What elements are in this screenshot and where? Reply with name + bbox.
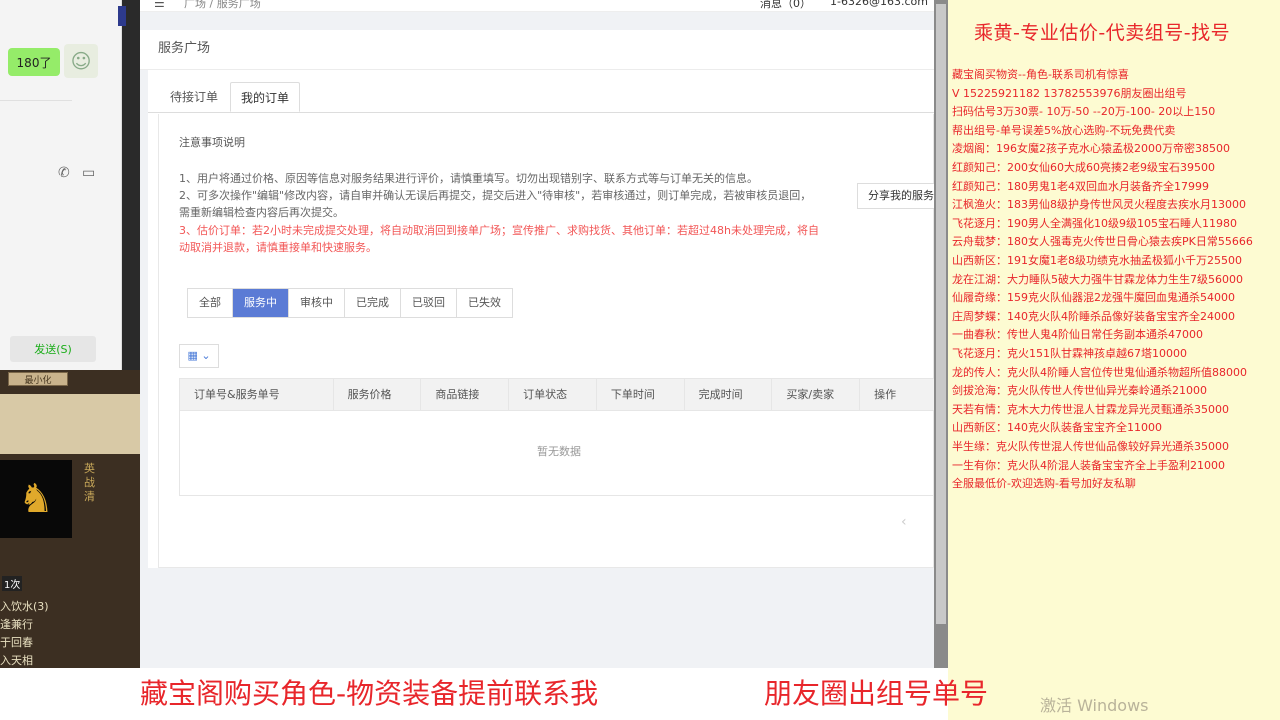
- scrollbar-thumb[interactable]: [936, 4, 946, 624]
- ad-line: 庄周梦蝶：140克火队4阶睡杀品像好装备宝宝齐全24000: [952, 310, 1235, 323]
- orders-card: 待接订单 我的订单 注意事项说明 1、用户将通过价格、原因等信息对服务结果进行评…: [148, 70, 939, 568]
- game-count: 1次: [2, 576, 23, 591]
- game-skill-line: 于回春: [0, 636, 33, 649]
- service-plaza-page: ☰ 广场 / 服务广场 消息（0） 1-6326@163.com 服务广场 待接…: [140, 0, 939, 668]
- game-top-button[interactable]: 最小化: [8, 372, 68, 386]
- ad-line: 凌烟阁：196女魔2孩子克水心猿孟极2000万帝密38500: [952, 142, 1230, 155]
- orders-table: 订单号&服务单号 服务价格 商品链接 订单状态 下单时间 完成时间 买家/卖家 …: [179, 378, 939, 496]
- ad-line: 江枫渔火：183男仙8级护身传世风灵火程度去疾水月13000: [952, 198, 1246, 211]
- game-skill-line: 入饮水(3): [0, 600, 49, 613]
- tab-my-orders[interactable]: 我的订单: [230, 82, 301, 112]
- column-header: 操作: [874, 388, 897, 401]
- ad-title: 乘黄-专业估价-代卖组号-找号: [974, 22, 1231, 44]
- game-skill-line: 逢兼行: [0, 618, 33, 631]
- column-header: 服务价格: [334, 379, 422, 410]
- top-navbar: ☰ 广场 / 服务广场 消息（0） 1-6326@163.com: [140, 0, 934, 12]
- filter-all[interactable]: 全部: [188, 289, 233, 317]
- empty-state: 暂无数据: [537, 445, 581, 458]
- grid-icon: ▦: [187, 349, 198, 362]
- column-header: 订单状态: [509, 379, 597, 410]
- column-header: 商品链接: [421, 379, 510, 410]
- ad-line: V 15225921182 13782553976朋友圈出组号: [952, 87, 1187, 100]
- menu-icon[interactable]: ☰: [154, 0, 165, 10]
- filter-in-service[interactable]: 服务中: [233, 289, 289, 317]
- ad-line: 半生缘：克火队传世混人传世仙品像较好异光通杀35000: [952, 440, 1229, 453]
- ad-line: 藏宝阁买物资--角色-联系司机有惊喜: [952, 68, 1129, 81]
- filter-completed[interactable]: 已完成: [345, 289, 401, 317]
- ad-line: 红颜知己：180男鬼1老4双回血水月装备齐全17999: [952, 180, 1209, 193]
- phone-icon[interactable]: ✆: [58, 165, 70, 181]
- ad-line: 龙在江湖：大力睡队5破大力强牛甘霖龙体力生生7级56000: [952, 273, 1243, 286]
- notice-title: 注意事项说明: [179, 136, 245, 149]
- column-header: 买家/卖家: [772, 379, 861, 410]
- column-selector-dropdown[interactable]: ▦ ⌄: [179, 344, 219, 368]
- chat-message-bubble: 180了: [8, 48, 60, 76]
- send-button[interactable]: 发送(S): [10, 336, 96, 362]
- ad-line: 龙的传人：克火队4阶睡人宫位传世鬼仙通杀物超所值88000: [952, 366, 1247, 379]
- notice-item: 1、用户将通过价格、原因等信息对服务结果进行评价，请慎重填写。切勿出现错别字、联…: [179, 172, 758, 185]
- status-filter-group: 全部 服务中 审核中 已完成 已驳回 已失效: [187, 288, 513, 318]
- ad-line: 一曲春秋：传世人鬼4阶仙日常任务副本通杀47000: [952, 328, 1203, 341]
- ad-line: 帮出组号-单号误差5%放心选购-不玩免费代卖: [952, 124, 1176, 137]
- filter-under-review[interactable]: 审核中: [289, 289, 345, 317]
- ad-line: 剑拔沧海：克火队传世人传世仙异光秦岭通杀21000: [952, 384, 1207, 397]
- my-orders-panel: 注意事项说明 1、用户将通过价格、原因等信息对服务结果进行评价，请慎重填写。切勿…: [158, 114, 939, 568]
- ad-line: 山西新区：140克火队装备宝宝齐全11000: [952, 421, 1162, 434]
- chat-window: 180了 ☺ ✆ ▭ 发送(S): [0, 0, 126, 370]
- video-icon[interactable]: ▭: [82, 165, 95, 181]
- banner-right-text: 朋友圈出组号单号: [764, 677, 989, 710]
- ad-line: 飞花逐月：克火151队甘霖神孩卓越67塔10000: [952, 347, 1187, 360]
- chat-scroll-handle[interactable]: [118, 6, 126, 26]
- game-panel: [0, 394, 140, 454]
- game-skill-line: 入天相: [0, 654, 33, 667]
- tab-pending-orders[interactable]: 待接订单: [160, 82, 228, 112]
- chat-divider: [0, 100, 72, 101]
- banner-left-text: 藏宝阁购买角色-物资装备提前联系我: [140, 677, 599, 710]
- chevron-down-icon: ⌄: [201, 349, 211, 362]
- breadcrumb: 广场 / 服务广场: [184, 0, 261, 10]
- ad-panel: 乘黄-专业估价-代卖组号-找号 藏宝阁买物资--角色-联系司机有惊喜 V 152…: [948, 0, 1280, 720]
- user-email[interactable]: 1-6326@163.com: [830, 0, 928, 8]
- chevron-left-icon[interactable]: ‹: [901, 514, 907, 530]
- ad-line: 全服最低价-欢迎选购-看号加好友私聊: [952, 477, 1136, 490]
- game-side-text: 英 战 清: [84, 462, 95, 503]
- page-title: 服务广场: [140, 30, 934, 70]
- cat-sticker-icon: ☺: [64, 44, 98, 78]
- windows-activation-watermark: 激活 Windows: [1040, 696, 1149, 715]
- ad-line: 云舟载梦：180女人强毒克火传世日骨心猿去疾PK日常55666: [952, 235, 1253, 248]
- ad-line: 红颜知己：200女仙60大成60亮揍2老9级宝石39500: [952, 161, 1215, 174]
- ad-line: 一生有你：克火队4阶混人装备宝宝齐全上手盈利21000: [952, 459, 1225, 472]
- column-header: 下单时间: [597, 379, 685, 410]
- share-my-service-button[interactable]: 分享我的服务: [857, 183, 935, 209]
- column-header: 完成时间: [685, 379, 773, 410]
- ad-line: 仙履奇缘：159克火队仙器混2龙强牛魔回血鬼通杀54000: [952, 291, 1235, 304]
- messages-link[interactable]: 消息（0）: [760, 0, 811, 11]
- notice-item: 2、可多次操作"编辑"修改内容，请自审并确认无误后再提交，提交后进入"待审核"，…: [179, 189, 812, 219]
- window-scrollbar[interactable]: [934, 0, 948, 720]
- column-header: 订单号&服务单号: [180, 379, 334, 410]
- ad-line: 飞花逐月：190男人全满强化10级9级105宝石睡人11980: [952, 217, 1237, 230]
- pet-portrait-icon: ♞: [0, 460, 72, 538]
- ad-line: 扫码估号3万30票- 10万-50 --20万-100- 20以上150: [952, 105, 1216, 118]
- filter-rejected[interactable]: 已驳回: [401, 289, 457, 317]
- ad-line: 山西新区：191女魔1老8级功绩克水抽孟极狐小千万25500: [952, 254, 1242, 267]
- tab-underline: [148, 112, 934, 113]
- bottom-banner: 藏宝阁购买角色-物资装备提前联系我 朋友圈出组号单号: [0, 668, 988, 720]
- table-header: 订单号&服务单号 服务价格 商品链接 订单状态 下单时间 完成时间 买家/卖家 …: [180, 379, 938, 411]
- filter-expired[interactable]: 已失效: [457, 289, 512, 317]
- notice-warning: 3、估价订单：若2小时未完成提交处理，将自动取消回到接单广场；宣传推广、求购找货…: [179, 224, 819, 254]
- ad-line: 天若有情：克木大力传世混人甘霖龙异光灵甄通杀35000: [952, 403, 1229, 416]
